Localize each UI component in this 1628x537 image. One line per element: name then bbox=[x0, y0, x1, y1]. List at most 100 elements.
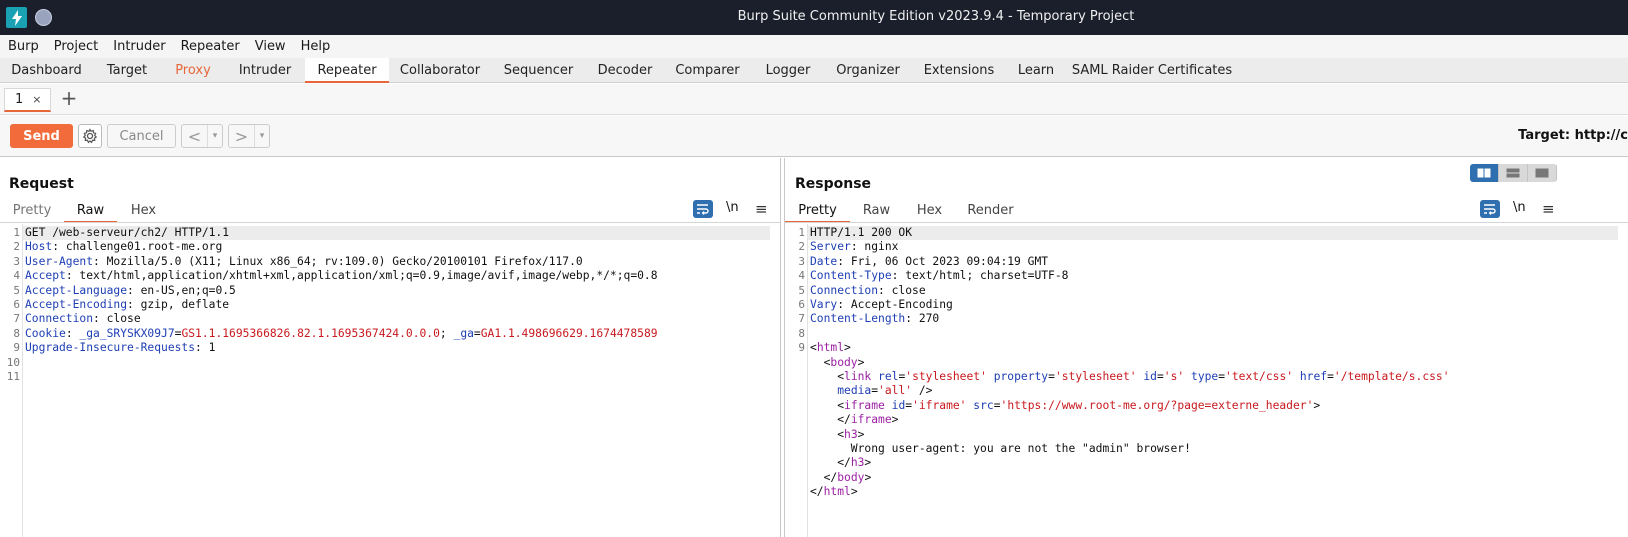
layout-tabs-icon[interactable] bbox=[1528, 164, 1557, 182]
word-wrap-icon[interactable] bbox=[1480, 200, 1500, 218]
show-newlines-icon[interactable]: \n bbox=[726, 200, 739, 215]
close-tab-icon[interactable]: × bbox=[32, 93, 41, 106]
response-line-text: <link rel='stylesheet' property='stylesh… bbox=[810, 370, 1450, 383]
request-tab-pretty[interactable]: Pretty bbox=[0, 198, 64, 223]
request-line[interactable]: 11 bbox=[0, 370, 780, 384]
response-line[interactable]: </html> bbox=[785, 485, 1628, 499]
response-tab-render[interactable]: Render bbox=[956, 198, 1025, 223]
response-line[interactable]: <h3> bbox=[785, 428, 1628, 442]
response-line[interactable]: </iframe> bbox=[785, 413, 1628, 427]
request-tab-hex[interactable]: Hex bbox=[117, 198, 170, 223]
request-line[interactable]: 10 bbox=[0, 356, 780, 370]
response-line[interactable]: media='all' /> bbox=[785, 384, 1628, 398]
back-button[interactable]: < ▾ bbox=[181, 124, 223, 148]
forward-button[interactable]: > ▾ bbox=[228, 124, 270, 148]
tab-proxy[interactable]: Proxy bbox=[161, 58, 225, 83]
tab-intruder[interactable]: Intruder bbox=[225, 58, 305, 83]
back-arrow-icon[interactable]: < bbox=[182, 125, 208, 147]
response-line[interactable]: </h3> bbox=[785, 456, 1628, 470]
request-editor[interactable]: 1 GET /web-serveur/ch2/ HTTP/1.1 2 Host: ch… bbox=[0, 224, 780, 537]
hamburger-menu-icon[interactable]: ≡ bbox=[1542, 200, 1555, 218]
tab-logger[interactable]: Logger bbox=[751, 58, 825, 83]
response-line-text: <html> bbox=[810, 341, 851, 355]
response-line[interactable]: 5 Connection: close bbox=[785, 284, 1628, 298]
response-editor[interactable]: 1 HTTP/1.1 200 OK 2 Server: nginx 3 Date: Fri… bbox=[785, 224, 1628, 537]
line-number: 9 bbox=[798, 341, 805, 355]
response-panel: Response Pretty Raw Hex Render \n ≡ 1 HTT… bbox=[784, 158, 1628, 537]
line-number: 8 bbox=[798, 326, 805, 340]
back-dropdown-icon[interactable]: ▾ bbox=[208, 125, 222, 147]
response-line[interactable]: 8 bbox=[785, 327, 1628, 341]
hamburger-menu-icon[interactable]: ≡ bbox=[755, 200, 768, 218]
tab-organizer[interactable]: Organizer bbox=[825, 58, 911, 83]
tool-tabs: Dashboard Target Proxy Intruder Repeater… bbox=[0, 58, 1628, 83]
menu-project[interactable]: Project bbox=[54, 39, 98, 54]
tab-target[interactable]: Target bbox=[93, 58, 161, 83]
request-line[interactable]: 7 Connection: close bbox=[0, 312, 780, 326]
response-line-text: Date: Fri, 06 Oct 2023 09:04:19 GMT bbox=[810, 254, 1049, 268]
request-line[interactable]: 4 Accept: text/html,application/xhtml+xml… bbox=[0, 269, 780, 283]
response-line[interactable]: 6 Vary: Accept-Encoding bbox=[785, 298, 1628, 312]
response-line[interactable]: <link rel='stylesheet' property='stylesh… bbox=[785, 370, 1628, 384]
line-number: 8 bbox=[13, 326, 20, 340]
tab-decoder[interactable]: Decoder bbox=[586, 58, 664, 83]
layout-top-bottom-icon[interactable] bbox=[1499, 164, 1528, 182]
request-line[interactable]: 3 User-Agent: Mozilla/5.0 (X11; Linux x86… bbox=[0, 255, 780, 269]
response-line[interactable]: <body> bbox=[785, 356, 1628, 370]
repeater-tab-1[interactable]: 1 × bbox=[4, 88, 51, 112]
response-line[interactable]: 2 Server: nginx bbox=[785, 240, 1628, 254]
response-line[interactable]: 9 <html> bbox=[785, 341, 1628, 355]
tab-repeater[interactable]: Repeater bbox=[305, 58, 389, 83]
menu-intruder[interactable]: Intruder bbox=[113, 39, 165, 54]
target-label[interactable]: Target: http://c bbox=[1518, 128, 1628, 143]
tab-sequencer[interactable]: Sequencer bbox=[491, 58, 586, 83]
layout-toggle bbox=[1470, 164, 1557, 182]
send-button[interactable]: Send bbox=[10, 124, 73, 148]
response-view-tabs: Pretty Raw Hex Render bbox=[785, 198, 1025, 223]
show-newlines-icon[interactable]: \n bbox=[1513, 200, 1526, 215]
response-line[interactable]: 7 Content-Length: 270 bbox=[785, 312, 1628, 326]
line-number: 3 bbox=[13, 254, 20, 268]
request-line[interactable]: 1 GET /web-serveur/ch2/ HTTP/1.1 bbox=[0, 226, 780, 240]
request-line[interactable]: 5 Accept-Language: en-US,en;q=0.5 bbox=[0, 284, 780, 298]
line-number: 6 bbox=[798, 298, 805, 311]
request-line[interactable]: 2 Host: challenge01.root-me.org bbox=[0, 240, 780, 254]
request-line-text: Accept-Encoding: gzip, deflate bbox=[25, 298, 230, 311]
response-line[interactable]: 1 HTTP/1.1 200 OK bbox=[785, 226, 1628, 240]
settings-gear-icon[interactable] bbox=[78, 124, 102, 148]
word-wrap-icon[interactable] bbox=[693, 200, 713, 218]
response-line[interactable]: Wrong user-agent: you are not the "admin… bbox=[785, 442, 1628, 456]
response-line-text: <h3> bbox=[810, 427, 865, 441]
tab-learn[interactable]: Learn bbox=[1007, 58, 1065, 83]
tab-collaborator[interactable]: Collaborator bbox=[389, 58, 491, 83]
response-line[interactable]: 4 Content-Type: text/html; charset=UTF-8 bbox=[785, 269, 1628, 283]
request-line-text: Cookie: _ga_SRYSKX09J7=GS1.1.1695366826.… bbox=[25, 326, 658, 340]
menu-view[interactable]: View bbox=[255, 39, 286, 54]
menu-help[interactable]: Help bbox=[301, 39, 331, 54]
response-line[interactable]: <iframe id='iframe' src='https://www.roo… bbox=[785, 399, 1628, 413]
menu-burp[interactable]: Burp bbox=[8, 39, 39, 54]
request-line[interactable]: 9 Upgrade-Insecure-Requests: 1 bbox=[0, 341, 780, 355]
menu-repeater[interactable]: Repeater bbox=[181, 39, 240, 54]
tab-saml-raider-certificates[interactable]: SAML Raider Certificates bbox=[1065, 58, 1239, 83]
tab-comparer[interactable]: Comparer bbox=[664, 58, 751, 83]
tab-dashboard[interactable]: Dashboard bbox=[0, 58, 93, 83]
response-tab-hex[interactable]: Hex bbox=[903, 198, 956, 223]
layout-side-by-side-icon[interactable] bbox=[1470, 164, 1499, 182]
response-line[interactable]: </body> bbox=[785, 471, 1628, 485]
response-line-text: </iframe> bbox=[810, 413, 899, 427]
line-number: 1 bbox=[798, 226, 805, 239]
response-tab-pretty[interactable]: Pretty bbox=[785, 198, 850, 223]
request-line[interactable]: 8 Cookie: _ga_SRYSKX09J7=GS1.1.1695366826… bbox=[0, 327, 780, 341]
request-tab-raw[interactable]: Raw bbox=[64, 198, 117, 223]
cancel-button[interactable]: Cancel bbox=[107, 124, 176, 148]
line-number: 4 bbox=[798, 269, 805, 283]
add-tab-icon[interactable]: + bbox=[60, 88, 78, 109]
request-line-text: Connection: close bbox=[25, 312, 141, 326]
forward-dropdown-icon[interactable]: ▾ bbox=[255, 125, 269, 147]
tab-extensions[interactable]: Extensions bbox=[911, 58, 1007, 83]
forward-arrow-icon[interactable]: > bbox=[229, 125, 255, 147]
request-line[interactable]: 6 Accept-Encoding: gzip, deflate bbox=[0, 298, 780, 312]
response-tab-raw[interactable]: Raw bbox=[850, 198, 903, 223]
response-line[interactable]: 3 Date: Fri, 06 Oct 2023 09:04:19 GMT bbox=[785, 255, 1628, 269]
